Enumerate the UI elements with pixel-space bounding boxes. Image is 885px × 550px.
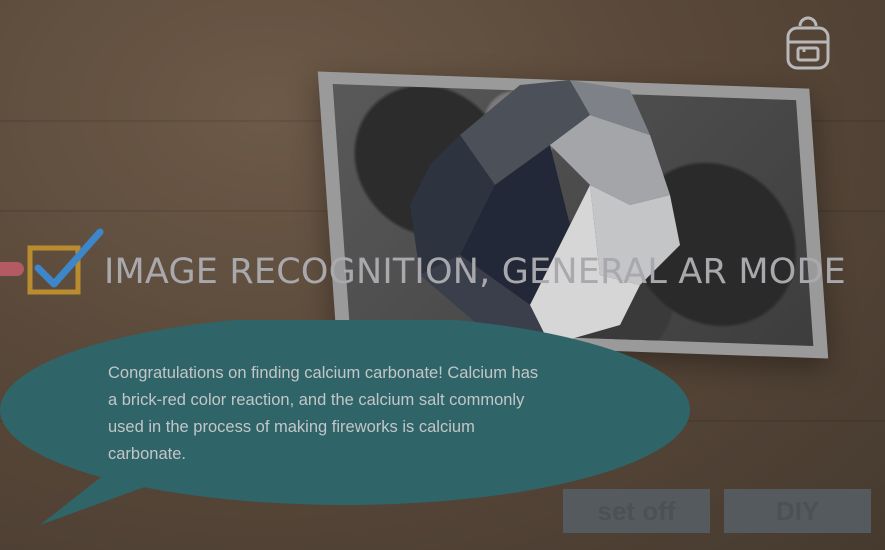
banner-arrow-tip bbox=[0, 262, 24, 276]
checkbox-checked-icon bbox=[27, 228, 104, 295]
speech-bubble-message: Congratulations on finding calcium carbo… bbox=[108, 364, 539, 463]
diy-button[interactable]: DIY bbox=[724, 489, 871, 533]
set-off-button[interactable]: set off bbox=[563, 489, 710, 533]
ar-mode-title: IMAGE RECOGNITION, GENERAL AR MODE bbox=[104, 252, 846, 292]
backpack-icon[interactable] bbox=[780, 16, 836, 72]
